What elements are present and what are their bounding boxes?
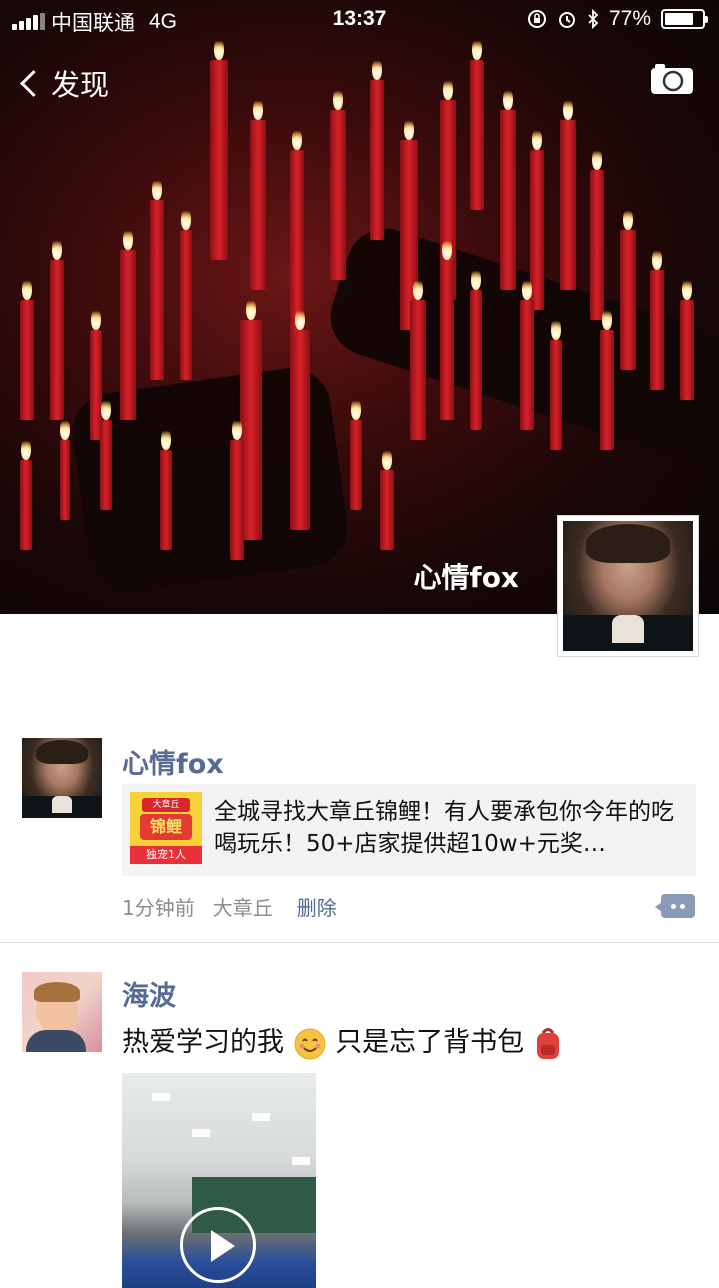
candle-flame [413, 278, 423, 300]
back-button[interactable]: 发现 [18, 62, 109, 104]
link-thumbnail: 大章丘 锦鲤 独宠1人 [130, 792, 202, 864]
candle [550, 340, 562, 450]
candle [230, 440, 244, 560]
candle [410, 300, 426, 440]
candle [50, 260, 64, 420]
post-text-part: 只是忘了背书包 [335, 1027, 525, 1058]
candle [470, 290, 482, 430]
candle-flame [22, 278, 32, 300]
candle [290, 150, 304, 330]
candle-flame [232, 418, 242, 440]
candle [20, 300, 34, 420]
candle [150, 200, 164, 380]
camera-icon[interactable] [651, 64, 693, 94]
battery-percent: 77% [608, 7, 651, 30]
shared-link-card[interactable]: 大章丘 锦鲤 独宠1人 全城寻找大章丘锦鲤！有人要承包你今年的吃喝玩乐！50+店… [122, 784, 696, 876]
candle [680, 300, 694, 400]
candle [120, 250, 136, 420]
candle-flame [161, 428, 171, 450]
candle [180, 230, 192, 380]
candle [100, 420, 112, 510]
candle-flame [52, 238, 62, 260]
candle-flame [295, 308, 305, 330]
post-text-part: 热爱学习的我 [122, 1027, 284, 1058]
candle-flame [682, 278, 692, 300]
candle-flame [442, 238, 452, 260]
post-text: 热爱学习的我 只是忘了背书包 [122, 1020, 563, 1061]
candle-flame [21, 438, 31, 460]
candle [520, 300, 534, 430]
video-thumbnail[interactable] [122, 1073, 316, 1288]
status-bar: 中国联通 4G 13:37 77% [0, 0, 719, 40]
candle [250, 120, 266, 290]
candle-flame [652, 248, 662, 270]
candle [290, 330, 310, 530]
candle [350, 420, 362, 510]
candle-flame [123, 228, 133, 250]
candle-flame [60, 418, 70, 440]
candle-flame [602, 308, 612, 330]
avatar[interactable] [22, 972, 102, 1052]
candle [500, 110, 516, 290]
candle [620, 230, 636, 370]
profile-avatar[interactable] [557, 515, 699, 657]
post-time: 1分钟前 [122, 896, 195, 920]
candle [20, 460, 32, 550]
play-icon[interactable] [180, 1207, 256, 1283]
candle [440, 260, 454, 420]
candle [530, 150, 544, 310]
profile-nickname: 心情fox [413, 561, 519, 594]
post-author[interactable]: 心情fox [122, 742, 224, 781]
candle-flame [522, 278, 532, 300]
link-thumb-bottom: 独宠1人 [130, 846, 202, 864]
candle-flame [246, 298, 256, 320]
link-title: 全城寻找大章丘锦鲤！有人要承包你今年的吃喝玩乐！50+店家提供超10w+元奖… [214, 799, 674, 857]
candle-flame [91, 308, 101, 330]
back-label: 发现 [51, 68, 110, 102]
candle-flame [404, 118, 414, 140]
candle-flame [532, 128, 542, 150]
battery-icon [661, 9, 708, 29]
delete-link[interactable]: 删除 [297, 892, 337, 921]
avatar[interactable] [22, 738, 102, 818]
school-backpack-icon [536, 1027, 559, 1059]
divider [0, 942, 719, 943]
candle [330, 110, 346, 280]
rotation-lock-icon [527, 10, 546, 28]
candle [60, 440, 70, 520]
candle [380, 470, 394, 550]
post-location[interactable]: 大章丘 [213, 892, 273, 921]
candle-flame [623, 208, 633, 230]
comment-icon[interactable] [655, 894, 695, 918]
chevron-left-icon [20, 69, 47, 97]
post-author[interactable]: 海波 [122, 974, 176, 1013]
alarm-icon [558, 12, 575, 28]
nav-bar: 发现 [0, 54, 719, 110]
candle-flame [101, 398, 111, 420]
candle-flame [592, 148, 602, 170]
bluetooth-icon [588, 9, 599, 29]
candle [600, 330, 614, 450]
candle-flame [471, 268, 481, 290]
candle-flame [292, 128, 302, 150]
candle [160, 450, 172, 550]
link-thumb-middle: 锦鲤 [140, 814, 192, 840]
candle [650, 270, 664, 390]
link-thumb-top: 大章丘 [142, 798, 190, 812]
candle-flame [551, 318, 561, 340]
post-meta: 1分钟前 大章丘 删除 [122, 892, 337, 921]
candle-flame [351, 398, 361, 420]
candle-flame [181, 208, 191, 230]
candle-flame [152, 178, 162, 200]
candle [590, 170, 604, 320]
smiling-face-icon [294, 1028, 326, 1059]
candle-flame [382, 448, 392, 470]
candle [560, 120, 576, 290]
